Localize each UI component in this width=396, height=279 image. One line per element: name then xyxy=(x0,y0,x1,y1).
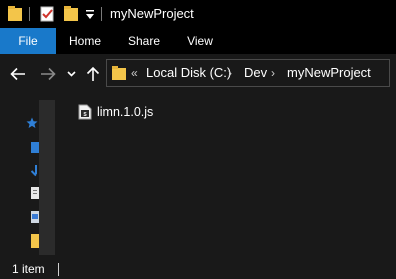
new-folder-icon[interactable] xyxy=(64,6,78,22)
forward-arrow-icon[interactable] xyxy=(38,64,58,84)
ribbon: File Home Share View xyxy=(0,28,396,54)
breadcrumb-overflow[interactable]: « xyxy=(131,65,138,81)
js-file-icon: S xyxy=(77,104,93,120)
breadcrumb-dev[interactable]: Dev xyxy=(244,65,267,81)
up-arrow-icon[interactable] xyxy=(84,64,102,84)
back-arrow-icon[interactable] xyxy=(8,64,28,84)
tab-view[interactable]: View xyxy=(182,28,218,54)
quick-access-star-icon[interactable] xyxy=(26,116,38,134)
properties-icon[interactable] xyxy=(40,6,55,22)
breadcrumb-local-disk[interactable]: Local Disk (C:) xyxy=(146,65,231,81)
onedrive-icon[interactable] xyxy=(31,140,39,158)
separator xyxy=(101,7,102,21)
address-bar[interactable]: « Local Disk (C:) › Dev › myNewProject xyxy=(106,59,390,87)
status-bar: 1 item xyxy=(0,259,396,279)
folder-icon[interactable] xyxy=(8,6,22,22)
tab-share[interactable]: Share xyxy=(122,28,166,54)
item-count: 1 item xyxy=(12,262,45,276)
file-name: limn.1.0.js xyxy=(97,105,154,119)
folder-icon[interactable] xyxy=(31,234,39,253)
recent-locations-chevron-icon[interactable] xyxy=(64,64,78,84)
navigation-pane-scrollbar[interactable] xyxy=(39,100,55,255)
breadcrumb-separator: › xyxy=(271,66,275,80)
separator xyxy=(58,263,59,276)
customize-toolbar-icon[interactable] xyxy=(85,8,95,24)
tab-home[interactable]: Home xyxy=(64,28,106,54)
breadcrumb-separator: › xyxy=(228,66,232,80)
list-item[interactable]: S limn.1.0.js xyxy=(77,102,153,122)
downloads-icon[interactable] xyxy=(30,164,39,182)
title-bar: myNewProject xyxy=(0,0,396,28)
tab-file[interactable]: File xyxy=(0,28,56,54)
documents-icon[interactable] xyxy=(31,186,39,204)
separator xyxy=(29,7,30,21)
window-title: myNewProject xyxy=(110,6,194,21)
folder-icon xyxy=(112,65,126,86)
breadcrumb-mynewproject[interactable]: myNewProject xyxy=(287,65,371,81)
pictures-icon[interactable] xyxy=(31,210,39,228)
